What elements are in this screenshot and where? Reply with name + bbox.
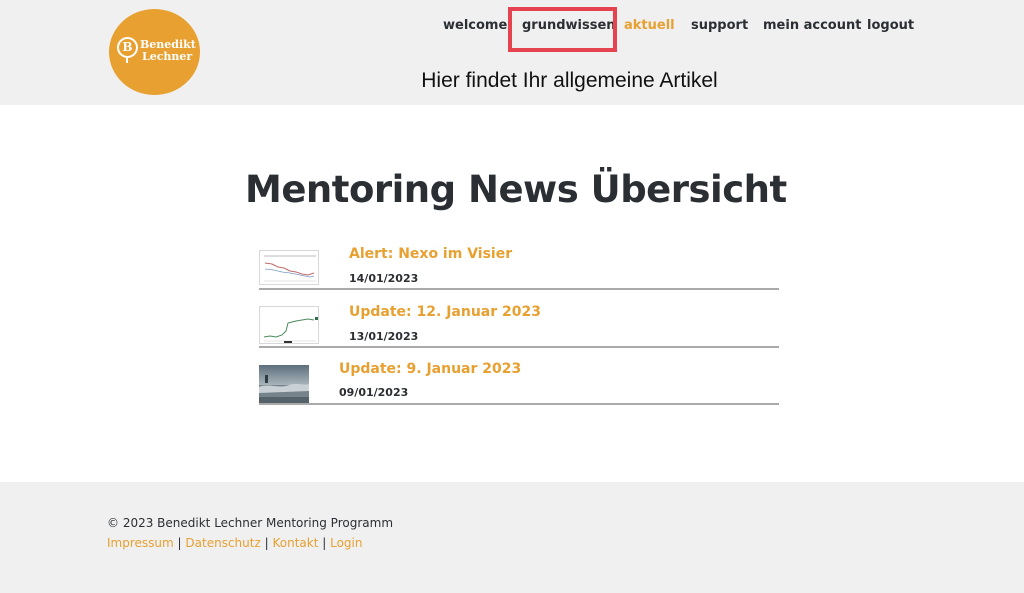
- chart-thumbnail[interactable]: [259, 306, 319, 344]
- news-date: 13/01/2023: [349, 330, 419, 343]
- bitcoin-symbol: B: [122, 40, 133, 54]
- footer-separator: |: [264, 536, 269, 550]
- chart-thumbnail[interactable]: [259, 250, 319, 285]
- logo-text-last-name: Lechner: [142, 50, 193, 63]
- news-date: 09/01/2023: [339, 386, 409, 399]
- photo-thumbnail-graphic: [259, 365, 309, 403]
- nav-item-welcome[interactable]: welcome: [443, 18, 507, 34]
- news-title-link[interactable]: Update: 12. Januar 2023: [349, 304, 541, 320]
- nav-item-logout[interactable]: logout: [867, 18, 914, 34]
- footer-links: Impressum | Datenschutz | Kontakt | Logi…: [107, 536, 362, 550]
- footer-link-datenschutz[interactable]: Datenschutz: [185, 536, 260, 550]
- logo-stand: [126, 58, 128, 63]
- nav-item-mein-account[interactable]: mein account: [763, 18, 861, 34]
- news-title-link[interactable]: Alert: Nexo im Visier: [349, 246, 512, 262]
- header-tagline: Hier findet Ihr allgemeine Artikel: [421, 69, 718, 92]
- footer-link-login[interactable]: Login: [330, 536, 362, 550]
- site-header: B Benedikt Lechner welcome grundwissen a…: [0, 0, 1024, 105]
- news-title-link[interactable]: Update: 9. Januar 2023: [339, 361, 521, 377]
- footer-link-impressum[interactable]: Impressum: [107, 536, 174, 550]
- nav-item-support[interactable]: support: [691, 18, 748, 34]
- footer-separator: |: [177, 536, 182, 550]
- news-date: 14/01/2023: [349, 272, 419, 285]
- chart-thumbnail-graphic: [260, 307, 318, 343]
- nav-item-aktuell[interactable]: aktuell: [624, 18, 675, 34]
- footer-copyright: © 2023 Benedikt Lechner Mentoring Progra…: [107, 516, 394, 530]
- footer-link-kontakt[interactable]: Kontakt: [272, 536, 318, 550]
- footer-separator: |: [322, 536, 327, 550]
- news-list-item: Update: 12. Januar 2023 13/01/2023: [259, 298, 779, 348]
- news-list-item: Update: 9. Januar 2023 09/01/2023: [259, 355, 779, 405]
- nav-highlight-box: [508, 7, 617, 52]
- page-title: Mentoring News Übersicht: [245, 168, 787, 211]
- bitcoin-icon: B: [117, 37, 138, 58]
- news-list-item: Alert: Nexo im Visier 14/01/2023: [259, 240, 779, 290]
- photo-thumbnail[interactable]: [259, 365, 309, 403]
- site-footer: © 2023 Benedikt Lechner Mentoring Progra…: [0, 482, 1024, 593]
- chart-thumbnail-graphic: [260, 251, 318, 284]
